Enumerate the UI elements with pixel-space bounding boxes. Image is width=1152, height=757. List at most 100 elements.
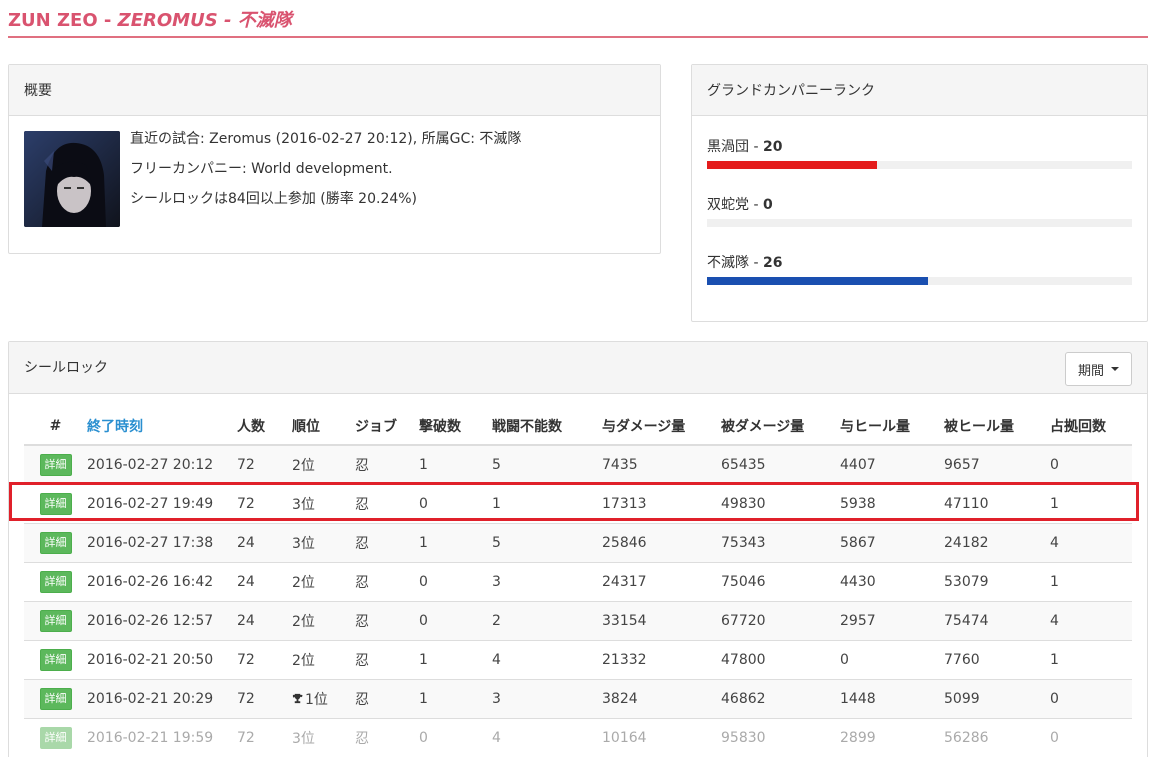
heal-dealt-cell: 2957 — [832, 600, 936, 640]
end-time-cell: 2016-02-27 20:12 — [79, 444, 229, 484]
table-row: 詳細 2016-02-27 19:49 72 3位忍 0 1 17313 49830 5938 4… — [24, 483, 1132, 523]
participation-text: シールロックは84回以上参加 (勝率 20.24%) — [130, 191, 418, 207]
heal-taken-cell: 56286 — [936, 717, 1042, 757]
rank-cell: 3位 — [284, 717, 347, 757]
damage-dealt-cell: 21332 — [594, 639, 713, 679]
deaths-cell: 3 — [484, 678, 594, 718]
end-time-cell: 2016-02-21 20:29 — [79, 678, 229, 718]
captures-cell: 0 — [1042, 678, 1132, 718]
sealrock-panel: シールロック 期間 # 終了時刻 人数 順位 ジョブ 撃破数 戦闘不能数 与ダメージ量 被ダメー… — [8, 341, 1148, 757]
table-row: 詳細 2016-02-21 20:29 72 1位忍 1 3 3824 46862 1448 50… — [24, 678, 1132, 718]
heal-taken-cell: 5099 — [936, 678, 1042, 718]
detail-cell: 詳細 — [24, 444, 79, 484]
end-time-cell: 2016-02-21 20:50 — [79, 639, 229, 679]
table-row: 詳細 2016-02-27 20:12 72 2位忍 1 5 7435 65435 4407 96… — [24, 444, 1132, 484]
job-cell: 忍 — [347, 444, 411, 484]
col-captures-header: 占拠回数 — [1042, 408, 1132, 446]
detail-button[interactable]: 詳細 — [39, 570, 72, 593]
heal-dealt-cell: 4407 — [832, 444, 936, 484]
gc-name: 不滅隊 — [237, 10, 292, 31]
kills-cell: 1 — [411, 678, 484, 718]
col-deaths-header: 戦闘不能数 — [484, 408, 594, 446]
job-cell: 忍 — [347, 717, 411, 757]
captures-cell: 0 — [1042, 717, 1132, 757]
table-header-row: # 終了時刻 人数 順位 ジョブ 撃破数 戦闘不能数 与ダメージ量 被ダメージ量 与ヒール量 被ヒー… — [24, 408, 1132, 446]
kills-cell: 0 — [411, 561, 484, 601]
rank-cell: 2位 — [284, 600, 347, 640]
heal-dealt-cell: 4430 — [832, 561, 936, 601]
kills-cell: 0 — [411, 600, 484, 640]
captures-cell: 1 — [1042, 639, 1132, 679]
detail-button[interactable]: 詳細 — [39, 492, 72, 515]
col-heal-taken-header: 被ヒール量 — [936, 408, 1042, 446]
captures-cell: 4 — [1042, 522, 1132, 562]
detail-button[interactable]: 詳細 — [39, 687, 72, 710]
character-avatar — [24, 131, 120, 227]
deaths-cell: 4 — [484, 717, 594, 757]
heal-dealt-cell: 5867 — [832, 522, 936, 562]
rank-label-twin-adder: 双蛇党 - 0 — [707, 197, 773, 213]
damage-taken-cell: 75343 — [713, 522, 832, 562]
overview-panel: 概要 直近の試合: Zeromus (2016-02-27 20:12), 所属… — [8, 64, 661, 254]
end-time-cell: 2016-02-27 17:38 — [79, 522, 229, 562]
detail-cell: 詳細 — [24, 600, 79, 640]
sealrock-title: シールロック — [24, 360, 108, 376]
col-job-header: ジョブ — [347, 408, 411, 446]
rank-bar-twin-adder — [707, 219, 1132, 227]
detail-button[interactable]: 詳細 — [39, 453, 72, 476]
end-time-cell: 2016-02-26 16:42 — [79, 561, 229, 601]
damage-dealt-cell: 25846 — [594, 522, 713, 562]
period-dropdown-button[interactable]: 期間 — [1064, 352, 1132, 386]
kills-cell: 0 — [411, 483, 484, 523]
detail-button[interactable]: 詳細 — [39, 726, 72, 749]
gc-rank-heading: グランドカンパニーランク — [692, 65, 1147, 116]
players-cell: 24 — [229, 561, 284, 601]
rank-cell: 1位 — [284, 678, 347, 718]
heal-dealt-cell: 0 — [832, 639, 936, 679]
detail-button[interactable]: 詳細 — [39, 648, 72, 671]
col-players-header: 人数 — [229, 408, 284, 446]
rank-cell: 3位 — [284, 522, 347, 562]
last-match-text: 直近の試合: Zeromus (2016-02-27 20:12), 所属GC:… — [130, 131, 522, 147]
deaths-cell: 4 — [484, 639, 594, 679]
detail-cell: 詳細 — [24, 678, 79, 718]
free-company-text: フリーカンパニー: World development. — [130, 161, 393, 177]
detail-cell: 詳細 — [24, 639, 79, 679]
rank-cell: 2位 — [284, 444, 347, 484]
character-name: ZUN ZEO — [8, 10, 98, 31]
damage-dealt-cell: 24317 — [594, 561, 713, 601]
heal-taken-cell: 24182 — [936, 522, 1042, 562]
captures-cell: 1 — [1042, 561, 1132, 601]
detail-cell: 詳細 — [24, 561, 79, 601]
job-cell: 忍 — [347, 561, 411, 601]
deaths-cell: 5 — [484, 522, 594, 562]
deaths-cell: 2 — [484, 600, 594, 640]
players-cell: 72 — [229, 717, 284, 757]
heal-taken-cell: 9657 — [936, 444, 1042, 484]
table-row: 詳細 2016-02-26 16:42 24 2位忍 0 3 24317 75046 4430 5… — [24, 561, 1132, 601]
damage-taken-cell: 49830 — [713, 483, 832, 523]
end-time-cell: 2016-02-21 19:59 — [79, 717, 229, 757]
trophy-icon — [292, 692, 303, 708]
rank-bar-maelstrom — [707, 161, 1132, 169]
players-cell: 72 — [229, 483, 284, 523]
job-cell: 忍 — [347, 639, 411, 679]
damage-taken-cell: 47800 — [713, 639, 832, 679]
world-name: ZEROMUS — [117, 10, 218, 31]
damage-taken-cell: 95830 — [713, 717, 832, 757]
col-heal-dealt-header: 与ヒール量 — [832, 408, 936, 446]
col-damage-dealt-header: 与ダメージ量 — [594, 408, 713, 446]
col-damage-taken-header: 被ダメージ量 — [713, 408, 832, 446]
heal-dealt-cell: 2899 — [832, 717, 936, 757]
detail-button[interactable]: 詳細 — [39, 531, 72, 554]
rank-bar-immortal-flames — [707, 277, 1132, 285]
kills-cell: 0 — [411, 717, 484, 757]
detail-button[interactable]: 詳細 — [39, 609, 72, 632]
col-rank-header: 順位 — [284, 408, 347, 446]
col-index-header: # — [24, 408, 79, 446]
damage-dealt-cell: 33154 — [594, 600, 713, 640]
col-end-time-header[interactable]: 終了時刻 — [79, 408, 229, 446]
rank-label-maelstrom: 黒渦団 - 20 — [707, 139, 783, 155]
heal-taken-cell: 47110 — [936, 483, 1042, 523]
end-time-cell: 2016-02-26 12:57 — [79, 600, 229, 640]
